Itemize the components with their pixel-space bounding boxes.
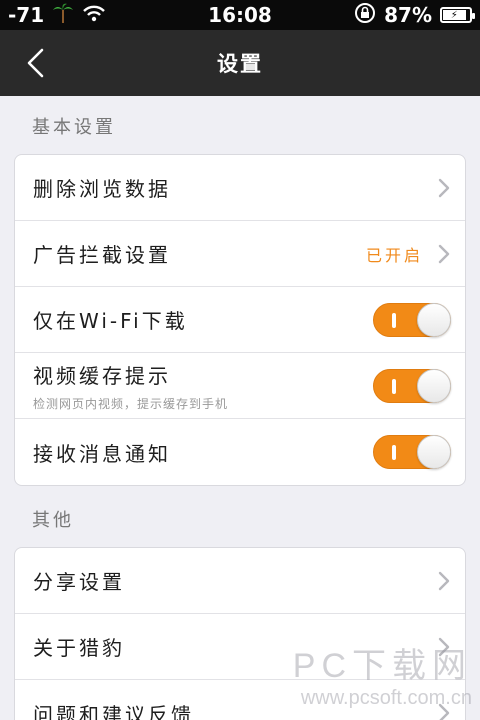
row-sublabel: 检测网页内视频，提示缓存到手机 — [33, 396, 229, 411]
status-right: 87% ⚡ — [354, 2, 475, 29]
other-settings-card: 分享设置 关于猎豹 问题和建议反馈 — [14, 547, 466, 720]
row-receive-notifications: 接收消息通知 — [15, 419, 465, 485]
wifi-only-toggle[interactable] — [373, 302, 451, 337]
row-ad-block-settings[interactable]: 广告拦截设置 已开启 — [15, 221, 465, 287]
row-wifi-only-download: 仅在Wi-Fi下载 — [15, 287, 465, 353]
palm-tree-icon — [52, 2, 74, 29]
toggle-on-mark — [392, 312, 396, 328]
chevron-left-icon — [27, 48, 44, 78]
section-label-basic: 基本设置 — [32, 117, 116, 138]
chevron-right-icon — [438, 703, 450, 720]
chevron-right-icon — [438, 178, 450, 197]
row-video-cache-prompt: 视频缓存提示 检测网页内视频，提示缓存到手机 — [15, 353, 465, 419]
battery-charging-icon: ⚡ — [440, 7, 475, 23]
toggle-knob — [417, 368, 451, 403]
toggle-knob — [417, 435, 451, 469]
row-label: 接收消息通知 — [33, 441, 171, 466]
row-label: 视频缓存提示 — [33, 363, 171, 388]
toggle-on-mark — [392, 445, 396, 460]
row-about[interactable]: 关于猎豹 — [15, 614, 465, 680]
row-label-group: 视频缓存提示 检测网页内视频，提示缓存到手机 — [33, 360, 373, 412]
status-bar: -71 16:08 87% ⚡ — [0, 0, 480, 30]
basic-settings-card: 删除浏览数据 广告拦截设置 已开启 仅在Wi-Fi下载 视频缓存提示 检测网页内… — [14, 154, 466, 486]
chevron-right-icon — [438, 244, 450, 263]
signal-strength: -71 — [8, 3, 45, 27]
back-button[interactable] — [22, 47, 50, 79]
row-label: 仅在Wi-Fi下载 — [33, 309, 188, 333]
row-label: 分享设置 — [33, 570, 125, 594]
row-clear-browsing-data[interactable]: 删除浏览数据 — [15, 155, 465, 221]
video-cache-toggle[interactable] — [373, 368, 451, 403]
ad-block-status: 已开启 — [365, 245, 423, 265]
status-left: -71 — [8, 2, 106, 29]
battery-percent: 87% — [384, 3, 432, 27]
row-share-settings[interactable]: 分享设置 — [15, 548, 465, 614]
row-label: 广告拦截设置 — [33, 243, 171, 267]
chevron-right-icon — [438, 571, 450, 590]
row-label: 关于猎豹 — [33, 636, 125, 660]
toggle-knob — [417, 302, 451, 337]
rotation-lock-icon — [354, 2, 376, 29]
section-label-other: 其他 — [32, 510, 74, 531]
chevron-right-icon — [438, 637, 450, 656]
page-title: 设置 — [217, 52, 263, 76]
row-label: 问题和建议反馈 — [33, 702, 194, 720]
nav-bar: 设置 — [0, 30, 480, 96]
row-label: 删除浏览数据 — [33, 177, 171, 201]
toggle-on-mark — [392, 378, 396, 394]
notifications-toggle[interactable] — [373, 435, 451, 469]
row-feedback[interactable]: 问题和建议反馈 — [15, 680, 465, 720]
wifi-icon — [82, 3, 106, 27]
